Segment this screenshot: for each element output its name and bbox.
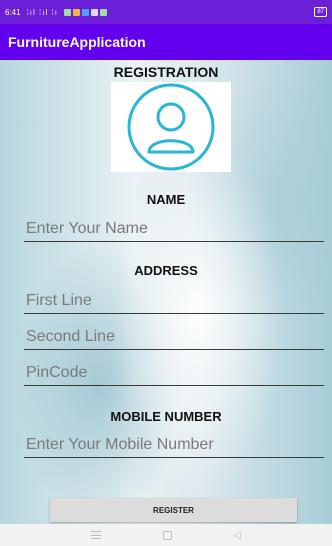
- signal-icon: ⁞ıl ⁞ıl ⁞ı: [26, 7, 58, 17]
- pincode-field[interactable]: [24, 358, 324, 386]
- address-line1-field[interactable]: [24, 286, 324, 314]
- back-triangle-icon[interactable]: ◁: [233, 530, 241, 541]
- name-label: NAME: [146, 192, 186, 207]
- mobile-field[interactable]: [24, 430, 324, 458]
- page-title: REGISTRATION: [113, 64, 219, 80]
- name-field[interactable]: [24, 214, 324, 242]
- app-title: FurnitureApplication: [8, 34, 146, 50]
- mobile-label: MOBILE NUMBER: [110, 409, 222, 424]
- notification-icon: [63, 8, 71, 16]
- status-time: 6:41: [5, 7, 21, 17]
- address-label: ADDRESS: [134, 263, 198, 278]
- notification-icons: [63, 8, 107, 16]
- register-button[interactable]: REGISTER: [50, 498, 297, 522]
- notification-icon: [90, 8, 98, 16]
- notification-icon: [72, 8, 80, 16]
- address-line2-field[interactable]: [24, 322, 324, 350]
- app-bar: FurnitureApplication: [0, 24, 332, 60]
- registration-form: REGISTRATION NAME ADDRESS MOBILE NUMBER …: [0, 60, 332, 524]
- notification-icon: [99, 8, 107, 16]
- menu-icon[interactable]: [90, 531, 101, 539]
- notification-icon: [81, 8, 89, 16]
- system-nav-bar: ◁: [0, 524, 332, 546]
- home-square-icon[interactable]: [162, 530, 172, 540]
- status-bar: 6:41 ⁞ıl ⁞ıl ⁞ı 87: [0, 0, 332, 24]
- person-outline-icon: [127, 83, 215, 171]
- battery-icon: 87: [314, 7, 327, 17]
- avatar[interactable]: [111, 82, 231, 172]
